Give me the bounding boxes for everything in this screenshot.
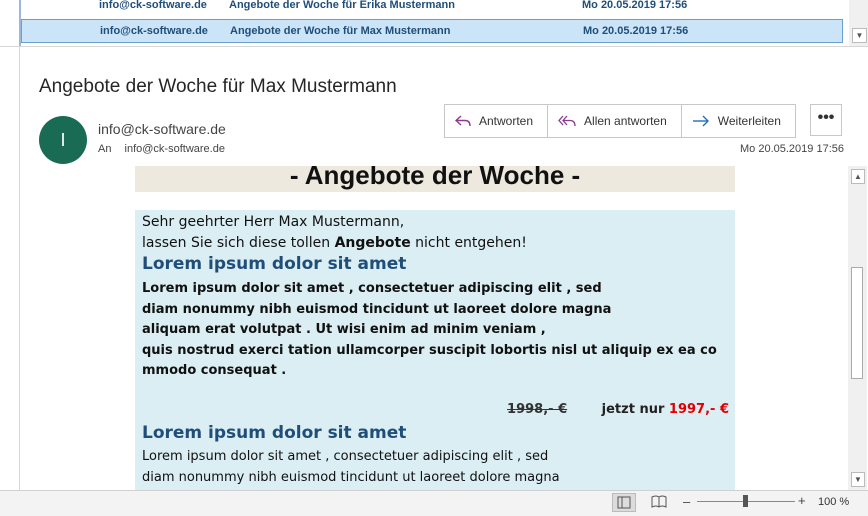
price-row: 1998,- € jetzt nur 1997,- € bbox=[507, 402, 729, 417]
new-price: 1997,- € bbox=[668, 402, 729, 417]
offer-line: mmodo consequat . bbox=[142, 363, 287, 378]
recipient-label: An bbox=[98, 143, 112, 155]
offer-line: Lorem ipsum dolor sit amet , consectetue… bbox=[142, 449, 549, 464]
reply-all-button[interactable]: Allen antworten bbox=[548, 105, 682, 137]
reply-all-label: Allen antworten bbox=[584, 114, 667, 128]
reply-button[interactable]: Antworten bbox=[445, 105, 549, 137]
normal-view-button[interactable] bbox=[612, 493, 636, 512]
more-actions-button[interactable]: ••• bbox=[810, 104, 842, 136]
offer-line: aliquam erat volutpat . Ut wisi enim ad … bbox=[142, 322, 546, 337]
message-date: Mo 20.05.2019 17:56 bbox=[582, 0, 688, 11]
scroll-down-arrow-icon[interactable]: ▼ bbox=[852, 28, 867, 43]
normal-view-icon bbox=[617, 496, 631, 509]
reply-all-icon bbox=[558, 115, 576, 127]
message-subject: Angebote der Woche für Max Mustermann bbox=[230, 25, 451, 37]
greeting-line: Sehr geehrter Herr Max Mustermann, bbox=[142, 214, 405, 230]
action-button-group: Antworten Allen antworten Weiterleiten bbox=[444, 104, 796, 138]
message-from: info@ck-software.de bbox=[99, 0, 207, 11]
greeting: Sehr geehrter Herr Max Mustermann, lasse… bbox=[142, 212, 527, 254]
forward-button[interactable]: Weiterleiten bbox=[682, 105, 795, 137]
sender-address[interactable]: info@ck-software.de bbox=[98, 121, 226, 137]
forward-icon bbox=[692, 115, 709, 127]
zoom-level[interactable]: 100 % bbox=[818, 496, 849, 508]
received-date: Mo 20.05.2019 17:56 bbox=[740, 143, 844, 155]
reading-view-button[interactable] bbox=[648, 493, 672, 512]
status-bar: – + 100 % bbox=[0, 490, 868, 516]
reading-view-icon bbox=[651, 495, 667, 508]
message-from: info@ck-software.de bbox=[100, 25, 208, 37]
sender-avatar[interactable]: I bbox=[39, 116, 87, 164]
scrollbar-thumb[interactable] bbox=[851, 267, 863, 379]
offer-content: Sehr geehrter Herr Max Mustermann, lasse… bbox=[135, 210, 735, 490]
zoom-out-button[interactable]: – bbox=[683, 494, 690, 509]
offer-line: diam nonummy nibh euismod tincidunt ut l… bbox=[142, 301, 612, 317]
pane-divider[interactable] bbox=[0, 46, 868, 47]
forward-label: Weiterleiten bbox=[717, 114, 781, 128]
old-price: 1998,- € bbox=[507, 402, 568, 417]
offer-description: Lorem ipsum dolor sit amet , consectetue… bbox=[142, 279, 717, 382]
offer-heading: Lorem ipsum dolor sit amet bbox=[142, 423, 407, 443]
offer-line: Lorem ipsum dolor sit amet , consectetue… bbox=[142, 281, 602, 296]
scroll-up-arrow-icon[interactable]: ▲ bbox=[851, 169, 865, 184]
offer-banner: - Angebote der Woche - bbox=[135, 166, 735, 192]
message-subject: Angebote der Woche für Erika Mustermann bbox=[229, 0, 455, 11]
message-date: Mo 20.05.2019 17:56 bbox=[583, 25, 689, 37]
reply-icon bbox=[455, 115, 471, 127]
scroll-down-arrow-icon[interactable]: ▼ bbox=[851, 472, 865, 487]
email-subject: Angebote der Woche für Max Mustermann bbox=[39, 76, 397, 97]
new-price-label: jetzt nur bbox=[601, 402, 665, 417]
banner-title: - Angebote der Woche - bbox=[289, 166, 581, 190]
email-body: - Angebote der Woche - Sehr geehrter Her… bbox=[20, 166, 848, 490]
offer-line: quis nostrud exerci tation ullamcorper s… bbox=[142, 342, 717, 358]
greeting-text: nicht entgehen! bbox=[410, 235, 527, 251]
greeting-text: lassen Sie sich diese tollen bbox=[142, 235, 335, 251]
recipient-address[interactable]: info@ck-software.de bbox=[125, 143, 225, 155]
offer-line: diam nonummy nibh euismod tincidunt ut l… bbox=[142, 469, 560, 485]
message-row[interactable]: info@ck-software.de Angebote der Woche f… bbox=[21, 0, 843, 16]
zoom-slider-thumb[interactable] bbox=[743, 495, 748, 507]
offer-description: Lorem ipsum dolor sit amet , consectetue… bbox=[142, 447, 560, 488]
zoom-in-button[interactable]: + bbox=[798, 493, 806, 508]
greeting-bold: Angebote bbox=[334, 235, 411, 251]
greeting-line: lassen Sie sich diese tollen Angebote ni… bbox=[142, 233, 527, 254]
message-list-scrollbar[interactable]: ▼ bbox=[849, 0, 868, 46]
message-row-selected[interactable]: info@ck-software.de Angebote der Woche f… bbox=[21, 19, 843, 43]
recipient-line: An info@ck-software.de bbox=[98, 143, 225, 155]
reply-label: Antworten bbox=[479, 114, 534, 128]
offer-heading: Lorem ipsum dolor sit amet bbox=[142, 254, 407, 274]
email-body-scrollbar[interactable]: ▲ ▼ bbox=[848, 166, 867, 490]
message-list: info@ck-software.de Angebote der Woche f… bbox=[0, 0, 868, 46]
